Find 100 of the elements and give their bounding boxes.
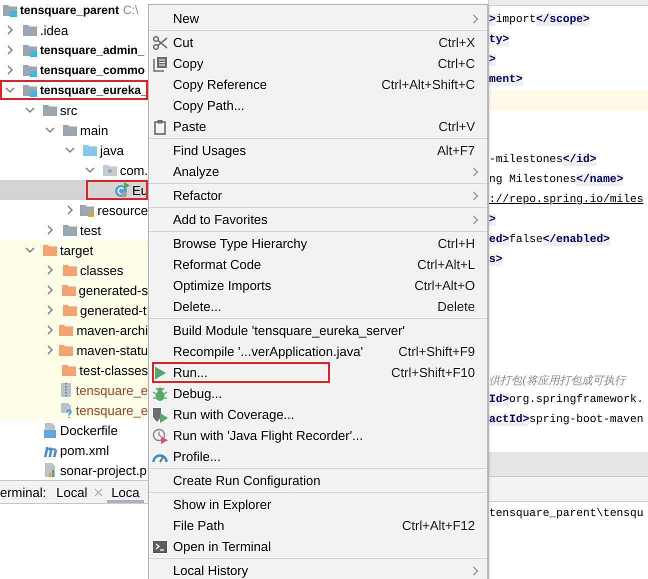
menu-item[interactable]: Profile...	[149, 446, 487, 467]
menu-item[interactable]: File Path Ctrl+Alt+F12	[149, 515, 487, 536]
tree-item[interactable]: test	[0, 220, 148, 240]
shortcut-text: Ctrl+Alt+O	[414, 278, 475, 293]
module-folder-icon	[22, 82, 38, 98]
tree-item[interactable]: tensquare_e	[0, 400, 148, 420]
code-line: actId>spring-boot-maven	[489, 414, 644, 426]
tree-item[interactable]: src	[0, 100, 148, 120]
tree-item[interactable]: generated-t	[0, 300, 148, 320]
shortcut-text: Ctrl+Alt+F12	[402, 518, 475, 533]
folder-icon	[58, 322, 74, 338]
folder-icon	[82, 142, 98, 158]
module-folder-icon	[2, 2, 18, 18]
folder-icon	[58, 342, 74, 358]
menu-item[interactable]: Copy Reference Ctrl+Alt+Shift+C	[149, 74, 487, 95]
tree-item[interactable]: tensquare_admin_	[0, 40, 148, 60]
menu-item[interactable]: Create Run Configuration	[149, 470, 487, 491]
shortcut-text: Ctrl+Shift+F9	[398, 344, 475, 359]
package-folder-icon	[102, 162, 118, 178]
code-line: ://repo.spring.io/miles	[489, 194, 644, 206]
shortcut-text: Ctrl+Alt+L	[417, 257, 475, 272]
scissors-icon	[152, 34, 168, 50]
tree-item[interactable]: generated-s	[0, 280, 148, 300]
folder-icon	[60, 282, 77, 298]
module-folder-icon	[22, 42, 38, 58]
class-icon	[114, 182, 130, 198]
menu-item[interactable]: Delete... Delete	[149, 296, 487, 317]
code-line: Id>org.springframework.	[489, 394, 644, 406]
folder-icon	[42, 242, 58, 258]
shortcut-text: Delete	[437, 299, 475, 314]
tree-item[interactable]: tensquare_commo	[0, 60, 148, 80]
folder-icon	[42, 102, 58, 118]
code-line: ed>false</enabled>	[489, 234, 610, 246]
tool-window-title: erminal:	[0, 484, 46, 500]
menu-item[interactable]: Browse Type Hierarchy Ctrl+H	[149, 233, 487, 254]
menu-item[interactable]: Cut Ctrl+X	[149, 32, 487, 53]
menu-item[interactable]: Local History	[149, 560, 487, 579]
menu-item[interactable]: Build Module 'tensquare_eureka_server'	[149, 320, 487, 341]
terminal-tab[interactable]: Local	[52, 481, 108, 503]
menu-item[interactable]: Run with 'Java Flight Recorder'...	[149, 425, 487, 446]
shortcut-text: Ctrl+X	[438, 35, 475, 50]
shortcut-text: Alt+F7	[437, 143, 475, 158]
menu-item[interactable]: Copy Path...	[149, 95, 487, 116]
menu-item[interactable]: Optimize Imports Ctrl+Alt+O	[149, 275, 487, 296]
folder-icon	[62, 302, 78, 318]
tree-item[interactable]: target	[0, 240, 148, 260]
shortcut-text: Ctrl+C	[438, 56, 475, 71]
file-icon	[42, 462, 58, 478]
menu-item[interactable]: Add to Favorites	[149, 209, 487, 230]
tree-item[interactable]: main	[0, 120, 148, 140]
menu-item[interactable]: Recompile '...verApplication.java' Ctrl+Shift+F9	[149, 341, 487, 362]
menu-item[interactable]: Reformat Code Ctrl+Alt+L	[149, 254, 487, 275]
tree-item[interactable]: resource	[0, 200, 148, 220]
tree-item[interactable]: maven-statu	[0, 340, 148, 360]
tree-item[interactable]: tensquare_e	[0, 380, 148, 400]
clipboard-icon	[152, 118, 168, 134]
menu-item[interactable]: Run with Coverage...	[149, 404, 487, 425]
tree-item[interactable]: java	[0, 140, 148, 160]
tree-item[interactable]: pom.xml	[0, 440, 148, 460]
code-line: >import</scope>	[489, 14, 590, 26]
code-line: -milestones</id>	[489, 154, 596, 166]
terminal-output: tensquare_parent\tensqu	[489, 508, 644, 520]
tree-item[interactable]: test-classes	[0, 360, 148, 380]
menu-item[interactable]: Analyze	[149, 161, 487, 182]
tree-item[interactable]: tensquare_eureka_	[0, 80, 148, 100]
shortcut-text: Ctrl+Shift+F10	[391, 365, 475, 380]
tree-item[interactable]: sonar-project.p	[0, 460, 148, 480]
menu-item[interactable]: Refactor	[149, 185, 487, 206]
code-line: ng Milestones</name>	[489, 174, 624, 186]
file-icon	[42, 422, 58, 438]
path-hint: C:\	[123, 3, 138, 17]
clock-icon	[152, 428, 168, 444]
run-icon	[152, 364, 168, 380]
menu-item[interactable]: Paste Ctrl+V	[149, 116, 487, 137]
shortcut-text: Ctrl+V	[438, 119, 475, 134]
folder-icon	[62, 122, 78, 138]
module-folder-icon	[22, 62, 38, 78]
bug-icon	[152, 386, 168, 402]
code-line: 供打包(将应用打包成可执行	[489, 372, 626, 388]
folder-icon	[61, 362, 78, 378]
coverage-icon	[152, 406, 168, 422]
menu-item[interactable]: Find Usages Alt+F7	[149, 140, 487, 161]
terminal-icon	[152, 538, 168, 554]
resources-folder-icon	[79, 202, 96, 218]
tree-item[interactable]: tensquare_parent C:\	[0, 0, 148, 20]
menu-item[interactable]: Open in Terminal	[149, 536, 487, 557]
copy-icon	[152, 56, 168, 72]
tree-item[interactable]: com.	[0, 160, 148, 180]
menu-item[interactable]: Copy Ctrl+C	[149, 53, 487, 74]
menu-item[interactable]: Debug...	[149, 383, 487, 404]
tree-item[interactable]: classes	[0, 260, 148, 280]
folder-icon	[62, 262, 78, 278]
menu-item[interactable]: Run... Ctrl+Shift+F10	[149, 362, 487, 383]
tree-item[interactable]: maven-archi	[0, 320, 148, 340]
tree-item[interactable]: .idea	[0, 20, 148, 40]
folder-icon	[22, 22, 38, 38]
tree-item[interactable]: Dockerfile	[0, 420, 148, 440]
shortcut-text: Ctrl+Alt+Shift+C	[381, 77, 475, 92]
menu-item[interactable]: Show in Explorer	[149, 494, 487, 515]
menu-item[interactable]: New	[149, 8, 487, 29]
